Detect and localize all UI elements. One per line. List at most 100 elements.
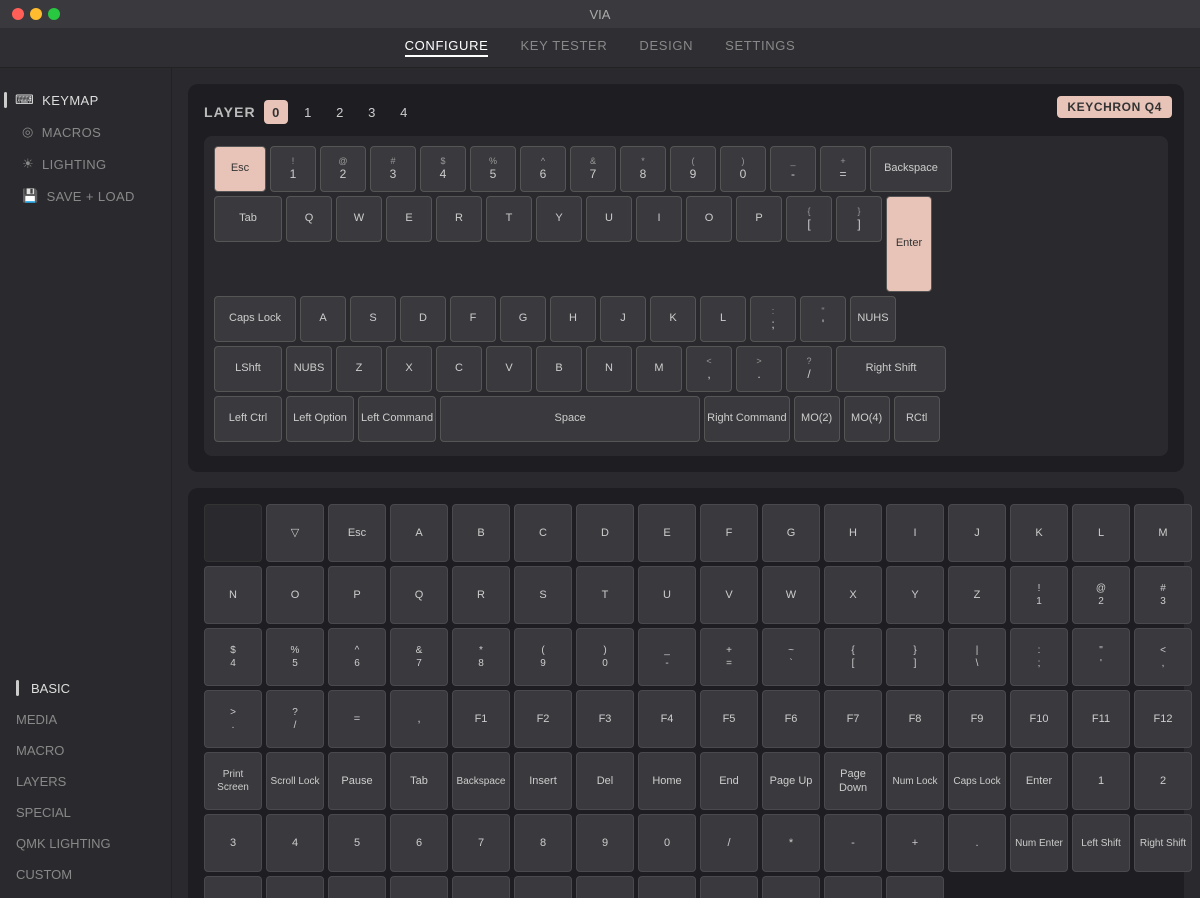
grid-key-pause[interactable]: Pause	[328, 752, 386, 810]
grid-key-menu[interactable]: Menu	[638, 876, 696, 898]
grid-key-rctrl[interactable]: Right Ctrl	[266, 876, 324, 898]
grid-key-f5[interactable]: F5	[700, 690, 758, 748]
key-x[interactable]: X	[386, 346, 432, 392]
grid-key-insert[interactable]: Insert	[514, 752, 572, 810]
grid-key-lt[interactable]: <,	[1134, 628, 1192, 686]
key-lshift[interactable]: LShft	[214, 346, 282, 392]
grid-key-scrlk[interactable]: Scroll Lock	[266, 752, 324, 810]
grid-key-f2[interactable]: F2	[514, 690, 572, 748]
grid-key-d[interactable]: D	[576, 504, 634, 562]
grid-key-up[interactable]: Up	[824, 876, 882, 898]
sidebar-item-macros[interactable]: ◎ MACROS	[0, 116, 171, 148]
grid-key-left[interactable]: Left	[700, 876, 758, 898]
grid-key-h[interactable]: H	[824, 504, 882, 562]
grid-key-s[interactable]: S	[514, 566, 572, 624]
key-3[interactable]: #3	[370, 146, 416, 192]
grid-key-down[interactable]: Down	[762, 876, 820, 898]
key-rshift[interactable]: Right Shift	[836, 346, 946, 392]
grid-key-num6[interactable]: 6	[390, 814, 448, 872]
key-rbracket[interactable]: }]	[836, 196, 882, 242]
grid-key-f3[interactable]: F3	[576, 690, 634, 748]
key-w[interactable]: W	[336, 196, 382, 242]
grid-key-end[interactable]: End	[700, 752, 758, 810]
key-left-option[interactable]: Left Option	[286, 396, 354, 442]
grid-key-f10[interactable]: F10	[1010, 690, 1068, 748]
key-j[interactable]: J	[600, 296, 646, 342]
key-2[interactable]: @2	[320, 146, 366, 192]
key-semicolon[interactable]: :;	[750, 296, 796, 342]
grid-key-q[interactable]: Q	[390, 566, 448, 624]
key-equals[interactable]: +=	[820, 146, 866, 192]
grid-key-num1[interactable]: 1	[1072, 752, 1130, 810]
grid-key-lctrl[interactable]: Left Ctrl	[204, 876, 262, 898]
close-button[interactable]	[12, 8, 24, 20]
key-q[interactable]: Q	[286, 196, 332, 242]
key-slash[interactable]: ?/	[786, 346, 832, 392]
grid-key-f6[interactable]: F6	[762, 690, 820, 748]
key-n[interactable]: N	[586, 346, 632, 392]
grid-key-rwin[interactable]: Right Win	[390, 876, 448, 898]
key-7[interactable]: &7	[570, 146, 616, 192]
grid-key-numlk[interactable]: Num Lock	[886, 752, 944, 810]
key-t[interactable]: T	[486, 196, 532, 242]
key-e[interactable]: E	[386, 196, 432, 242]
layer-btn-2[interactable]: 2	[328, 100, 352, 124]
grid-key-pgup[interactable]: Page Up	[762, 752, 820, 810]
grid-key-gt[interactable]: >.	[204, 690, 262, 748]
key-backspace[interactable]: Backspace	[870, 146, 952, 192]
key-nubs[interactable]: NUBS	[286, 346, 332, 392]
key-comma[interactable]: <,	[686, 346, 732, 392]
grid-key-numminus[interactable]: -	[824, 814, 882, 872]
grid-key-g[interactable]: G	[762, 504, 820, 562]
sidebar-cat-custom[interactable]: CUSTOM	[0, 859, 171, 890]
key-z[interactable]: Z	[336, 346, 382, 392]
grid-key-bksp[interactable]: Backspace	[452, 752, 510, 810]
key-u[interactable]: U	[586, 196, 632, 242]
key-r[interactable]: R	[436, 196, 482, 242]
key-l[interactable]: L	[700, 296, 746, 342]
key-d[interactable]: D	[400, 296, 446, 342]
key-o[interactable]: O	[686, 196, 732, 242]
key-mo4[interactable]: MO(4)	[844, 396, 890, 442]
grid-key-home[interactable]: Home	[638, 752, 696, 810]
grid-key-exclaim[interactable]: !1	[1010, 566, 1068, 624]
key-4[interactable]: $4	[420, 146, 466, 192]
grid-key-space[interactable]: Space	[576, 876, 634, 898]
sidebar-item-save-load[interactable]: 💾 SAVE + LOAD	[0, 180, 171, 212]
grid-key-z[interactable]: Z	[948, 566, 1006, 624]
grid-key-numenter[interactable]: Num Enter	[1010, 814, 1068, 872]
grid-key-lbrace[interactable]: {[	[824, 628, 882, 686]
minimize-button[interactable]	[30, 8, 42, 20]
sidebar-item-keymap[interactable]: ⌨ KEYMAP	[0, 84, 171, 116]
grid-key-tilde[interactable]: ~`	[762, 628, 820, 686]
grid-key-underscore[interactable]: _-	[638, 628, 696, 686]
grid-key-b[interactable]: B	[452, 504, 510, 562]
grid-key-u[interactable]: U	[638, 566, 696, 624]
key-mo2[interactable]: MO(2)	[794, 396, 840, 442]
key-caps-lock[interactable]: Caps Lock	[214, 296, 296, 342]
sidebar-item-lighting[interactable]: ☀ LIGHTING	[0, 148, 171, 180]
key-1[interactable]: !1	[270, 146, 316, 192]
key-b[interactable]: B	[536, 346, 582, 392]
grid-key-f4[interactable]: F4	[638, 690, 696, 748]
grid-key-num7[interactable]: 7	[452, 814, 510, 872]
key-y[interactable]: Y	[536, 196, 582, 242]
grid-key-c[interactable]: C	[514, 504, 572, 562]
sidebar-cat-media[interactable]: MEDIA	[0, 704, 171, 735]
grid-key-right[interactable]: Right	[886, 876, 944, 898]
grid-key-at[interactable]: @2	[1072, 566, 1130, 624]
grid-key-f11[interactable]: F11	[1072, 690, 1130, 748]
key-9[interactable]: (9	[670, 146, 716, 192]
key-period[interactable]: >.	[736, 346, 782, 392]
grid-key-lshift[interactable]: Left Shift	[1072, 814, 1130, 872]
key-enter[interactable]: Enter	[886, 196, 932, 292]
grid-key-lparen[interactable]: (9	[514, 628, 572, 686]
grid-key-f9[interactable]: F9	[948, 690, 1006, 748]
grid-key-v[interactable]: V	[700, 566, 758, 624]
key-i[interactable]: I	[636, 196, 682, 242]
key-lctrl[interactable]: Left Ctrl	[214, 396, 282, 442]
grid-key-dquote[interactable]: "'	[1072, 628, 1130, 686]
sidebar-cat-layers[interactable]: LAYERS	[0, 766, 171, 797]
key-g[interactable]: G	[500, 296, 546, 342]
key-8[interactable]: *8	[620, 146, 666, 192]
